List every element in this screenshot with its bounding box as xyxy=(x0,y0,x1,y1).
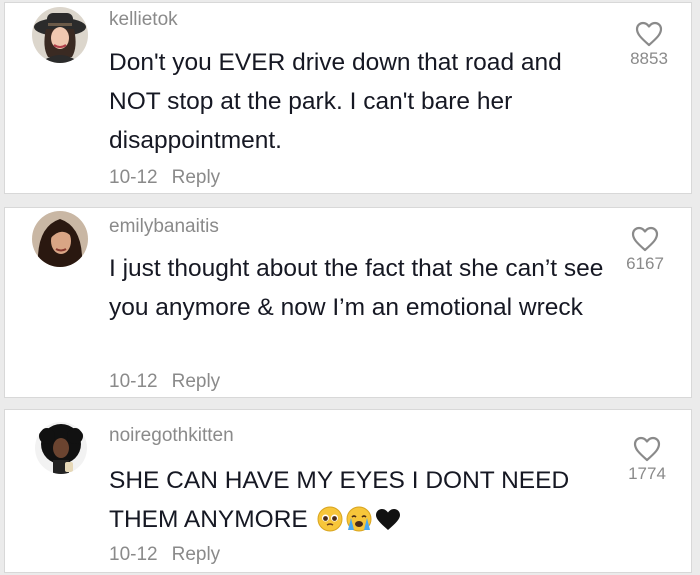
like-count: 1774 xyxy=(628,464,666,483)
like-button[interactable]: 6167 xyxy=(615,226,675,274)
heart-icon xyxy=(633,436,661,462)
like-count: 6167 xyxy=(626,254,664,273)
user-avatar[interactable] xyxy=(32,7,88,63)
comment-card: noiregothkitten SHE CAN HAVE MY EYES I D… xyxy=(4,409,692,573)
comment-date: 10-12 xyxy=(109,371,158,392)
like-button[interactable]: 1774 xyxy=(617,436,677,484)
comment-date: 10-12 xyxy=(109,544,158,565)
black-heart-emoji xyxy=(375,509,400,530)
user-avatar[interactable] xyxy=(32,211,88,267)
comment-card: emilybanaitis I just thought about the f… xyxy=(4,207,692,398)
crying-face-emoji xyxy=(346,506,372,532)
heart-icon xyxy=(635,21,663,47)
comment-text: SHE CAN HAVE MY EYES I DONT NEED THEM AN… xyxy=(109,461,609,539)
comment-meta: 10-12 Reply xyxy=(109,371,220,393)
comment-username[interactable]: kellietok xyxy=(109,9,178,31)
comment-username[interactable]: emilybanaitis xyxy=(109,216,219,238)
reply-button[interactable]: Reply xyxy=(172,371,221,392)
reply-button[interactable]: Reply xyxy=(172,544,221,565)
like-button[interactable]: 8853 xyxy=(619,21,679,69)
reply-button[interactable]: Reply xyxy=(172,167,221,188)
like-count: 8853 xyxy=(630,49,668,68)
comment-text: I just thought about the fact that she c… xyxy=(109,255,604,321)
comment-meta: 10-12 Reply xyxy=(109,544,220,566)
heart-icon xyxy=(631,226,659,252)
comment-username[interactable]: noiregothkitten xyxy=(109,425,234,447)
comment-card: kellietok Don't you EVER drive down that… xyxy=(4,2,692,194)
comment-text: Don't you EVER drive down that road and … xyxy=(109,49,562,154)
comment-meta: 10-12 Reply xyxy=(109,167,220,189)
comment-date: 10-12 xyxy=(109,167,158,188)
user-avatar[interactable] xyxy=(35,422,87,474)
pleading-face-emoji xyxy=(317,506,343,532)
